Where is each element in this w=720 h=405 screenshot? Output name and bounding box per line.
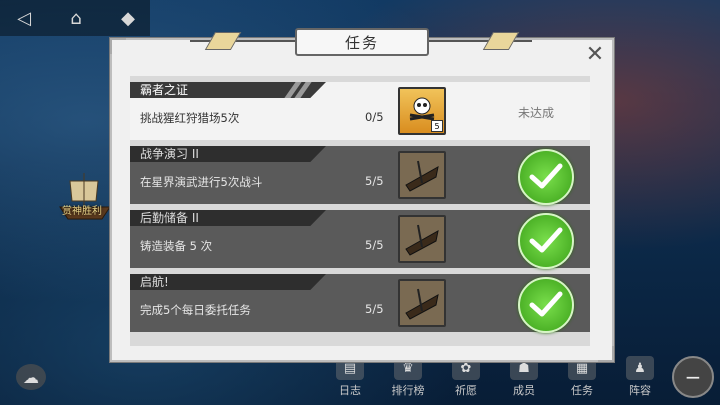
back-icon[interactable]: ◁ (6, 4, 42, 32)
quest-row[interactable]: 霸者之证 挑战猩红狩猎场5次 0/5 5 未达成 (130, 82, 590, 140)
menu-label: 祈愿 (455, 384, 477, 397)
quest-progress: 5/5 (365, 174, 384, 188)
quest-list[interactable]: 霸者之证 挑战猩红狩猎场5次 0/5 5 未达成 战争演习 II 在星界演武进行… (130, 76, 590, 346)
ship-wreck-icon (405, 224, 439, 256)
quest-progress: 5/5 (365, 238, 384, 252)
quest-description: 在星界演武进行5次战斗 (140, 175, 263, 189)
close-icon[interactable]: ✕ (582, 42, 608, 67)
collapse-menu-button[interactable]: − (672, 356, 714, 398)
menu-lineup[interactable]: ♟ 阵容 (620, 352, 660, 398)
quest-progress: 5/5 (365, 302, 384, 316)
reward-item[interactable] (398, 215, 446, 263)
home-icon[interactable]: ⌂ (58, 4, 94, 32)
alert-icon[interactable]: ◆ (110, 4, 146, 32)
quest-row[interactable]: 启航! 完成5个每日委托任务 5/5 (130, 274, 590, 333)
quest-title: 战争演习 II (130, 146, 326, 162)
quest-progress: 0/5 (365, 110, 384, 124)
quest-description: 挑战猩红狩猎场5次 (140, 111, 240, 125)
menu-label: 日志 (339, 384, 361, 397)
reward-item[interactable] (398, 151, 446, 199)
chat-icon[interactable]: ☁ (16, 364, 46, 390)
quest-title: 后勤储备 II (130, 210, 326, 226)
ornament-icon (482, 32, 520, 50)
menu-label: 阵容 (629, 384, 651, 397)
top-nav-bar: ◁ ⌂ ◆ (0, 0, 150, 36)
quest-description: 完成5个每日委托任务 (140, 303, 251, 317)
quest-row[interactable]: 战争演习 II 在星界演武进行5次战斗 5/5 (130, 146, 590, 205)
corner-ornament (110, 38, 126, 54)
dialog-title-bar: 任务 (190, 28, 532, 56)
menu-label: 排行榜 (391, 384, 425, 397)
check-icon (518, 277, 574, 333)
check-icon (518, 149, 574, 205)
ship-wreck-icon (405, 288, 439, 320)
reward-count: 5 (431, 120, 443, 132)
reward-item[interactable] (398, 279, 446, 327)
corner-ornament (598, 346, 614, 362)
menu-label: 成员 (513, 384, 535, 397)
quest-title: 启航! (130, 274, 326, 290)
check-icon (518, 213, 574, 269)
ornament-icon (204, 32, 242, 50)
reward-item[interactable]: 5 (398, 87, 446, 135)
ship-label: 赏神胜利 (62, 206, 102, 217)
dialog-title: 任务 (295, 28, 429, 56)
quest-row[interactable]: 后勤储备 II 铸造装备 5 次 5/5 (130, 210, 590, 269)
ship-wreck-icon (405, 160, 439, 192)
status-incomplete: 未达成 (518, 106, 555, 120)
menu-label: 任务 (571, 384, 593, 397)
lineup-icon: ♟ (626, 356, 654, 380)
task-dialog: 任务 ✕ 霸者之证 挑战猩红狩猎场5次 0/5 5 未达成 战争演习 II 在星… (110, 28, 614, 362)
quest-description: 铸造装备 5 次 (140, 239, 213, 253)
